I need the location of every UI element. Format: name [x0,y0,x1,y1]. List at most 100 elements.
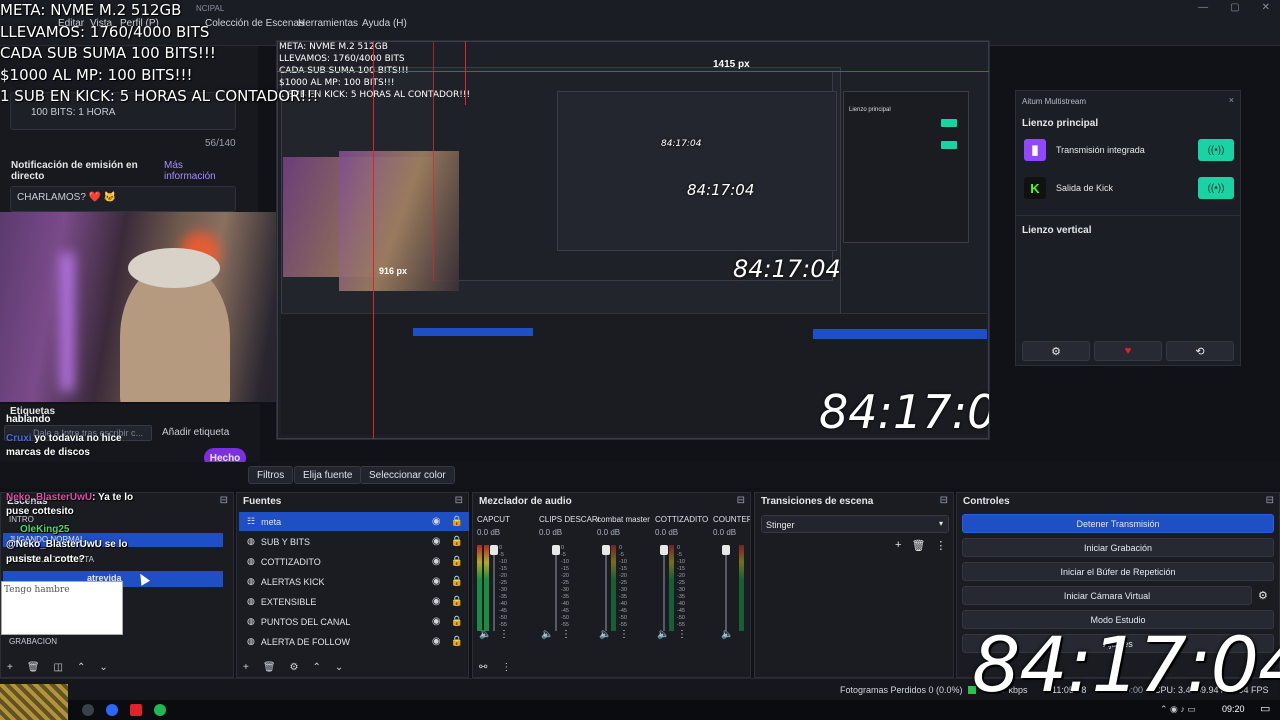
app-icon[interactable] [106,704,118,716]
volume-fader[interactable] [555,545,557,631]
add-icon[interactable]: + [7,662,13,673]
dock-menu-icon[interactable]: ⊟ [455,495,463,506]
source-item[interactable]: ◍ ALERTA DE FOLLOW ◉ 🔒 [239,632,469,651]
start-virtual-camera-button[interactable]: Iniciar Cámara Virtual [962,586,1252,605]
source-item[interactable]: ◍ COTTIZADITO ◉ 🔒 [239,552,469,571]
maximize-icon[interactable]: ▢ [1230,2,1239,13]
nested-obs-4 [557,91,837,251]
app-icon[interactable] [82,704,94,716]
program-preview[interactable]: Lienzo principal META: NVME M.2 512GB LL… [276,40,990,440]
volume-fader[interactable] [725,545,727,631]
source-type-icon: ☷ [247,516,256,526]
eye-icon[interactable]: ◉ [432,536,441,547]
trash-icon[interactable]: 🗑 [911,539,925,552]
volume-meter [739,545,744,631]
kick-output-toggle[interactable]: ((•)) [1198,177,1234,199]
lock-icon[interactable]: 🔒 [451,556,463,567]
volume-fader[interactable] [605,545,607,631]
up-arrow-icon[interactable]: ⌃ [313,662,321,673]
gear-icon[interactable]: ⚙ [290,662,299,673]
twitch-output-toggle[interactable]: ((•)) [1198,139,1234,161]
selection-guide [465,41,466,105]
fader-knob[interactable] [490,545,498,555]
add-icon[interactable]: + [243,662,249,673]
speaker-icon[interactable]: 🔈 [721,629,733,640]
settings-icon[interactable]: ⚙ [1022,341,1090,361]
close-icon[interactable]: × [1229,95,1234,105]
choose-source-button[interactable]: Elija fuente [294,466,362,484]
lock-icon[interactable]: 🔒 [451,536,463,547]
select-color-button[interactable]: Seleccionar color [360,466,455,484]
kebab-menu-icon[interactable]: ⋮ [619,629,629,640]
notification-field[interactable]: CHARLAMOS? ❤️ 🐱 [10,186,236,212]
up-arrow-icon[interactable]: ⌃ [77,662,85,673]
kebab-menu-icon[interactable]: ⋮ [501,662,511,673]
eye-icon[interactable]: ◉ [432,556,441,567]
output-row-kick: K Salida de Kick ((•)) [1024,173,1234,203]
link-icon[interactable]: ⚯ [479,662,487,673]
start-replay-buffer-button[interactable]: Iniciar el Búfer de Repetición [962,562,1274,581]
kebab-menu-icon[interactable]: ⋮ [499,629,509,640]
source-item[interactable]: ◍ SUB Y BITS ◉ 🔒 [239,532,469,551]
goal-line: META: NVME M.2 512GB [0,1,182,19]
source-item[interactable]: ◍ PUNTOS DEL CANAL ◉ 🔒 [239,612,469,631]
dock-menu-icon[interactable]: ⊟ [737,495,745,506]
eye-icon[interactable]: ◉ [432,576,441,587]
start-recording-button[interactable]: Iniciar Grabación [962,538,1274,557]
browser-icon[interactable] [130,704,142,716]
speaker-icon[interactable]: 🔈 [479,629,491,640]
main-canvas-label: Lienzo principal [1022,118,1099,129]
source-item[interactable]: ◍ ALERTAS KICK ◉ 🔒 [239,572,469,591]
fader-knob[interactable] [552,545,560,555]
lock-icon[interactable]: 🔒 [451,516,463,527]
kebab-menu-icon[interactable]: ⋮ [677,629,687,640]
stop-streaming-button[interactable]: Detener Transmisión [962,514,1274,533]
speaker-icon[interactable]: 🔈 [541,629,553,640]
speaker-icon[interactable]: 🔈 [657,629,669,640]
nested-timer: 84:17:04 [687,181,755,199]
text-tooltip: Tengo hambre [4,585,70,595]
trash-icon[interactable]: 🗑 [27,662,40,673]
properties-toolbar [0,462,1280,488]
add-tag-button[interactable]: Añadir etiqueta [162,427,229,438]
minimize-icon[interactable]: — [1198,2,1208,13]
close-icon[interactable]: ✕ [1262,2,1270,13]
more-info-link[interactable]: Más información [164,160,234,182]
add-icon[interactable]: + [895,539,901,552]
lock-icon[interactable]: 🔒 [451,596,463,607]
volume-fader[interactable] [663,545,665,631]
eye-icon[interactable]: ◉ [432,516,441,527]
down-arrow-icon[interactable]: ⌄ [99,662,107,673]
kebab-menu-icon[interactable]: ⋮ [561,629,571,640]
fader-knob[interactable] [602,545,610,555]
select-color-label: Seleccionar color [369,469,446,481]
eye-icon[interactable]: ◉ [432,616,441,627]
heart-icon[interactable]: ♥ [1094,341,1162,361]
gear-icon[interactable]: ⚙ [1258,589,1268,602]
fader-knob[interactable] [722,545,730,555]
filters-button[interactable]: Filtros [248,466,294,484]
dock-menu-icon[interactable]: ⊟ [1266,495,1274,506]
fader-knob[interactable] [660,545,668,555]
lock-icon[interactable]: 🔒 [451,576,463,587]
lock-icon[interactable]: 🔒 [451,616,463,627]
dock-menu-icon[interactable]: ⊟ [940,495,948,506]
volume-fader[interactable] [493,545,495,631]
scene-item[interactable]: GRABACION [9,637,57,646]
down-arrow-icon[interactable]: ⌄ [335,662,343,673]
trash-icon[interactable]: 🗑 [263,662,276,673]
transition-select[interactable]: Stinger ▾ [761,515,949,533]
eye-icon[interactable]: ◉ [432,636,441,647]
source-item[interactable]: ◍ EXTENSIBLE ◉ 🔒 [239,592,469,611]
menu-help[interactable]: Ayuda (H) [362,18,407,29]
eye-icon[interactable]: ◉ [432,596,441,607]
spotify-icon[interactable] [154,704,166,716]
kebab-menu-icon[interactable]: ⋮ [935,539,946,552]
speaker-icon[interactable]: 🔈 [599,629,611,640]
dock-menu-icon[interactable]: ⊟ [220,495,228,506]
refresh-icon[interactable]: ⟲ [1166,341,1234,361]
chat-username: OleKing25 [20,524,70,535]
filter-icon[interactable]: ◫ [54,662,63,673]
lock-icon[interactable]: 🔒 [451,636,463,647]
source-item[interactable]: ☷ meta ◉ 🔒 [239,512,469,531]
